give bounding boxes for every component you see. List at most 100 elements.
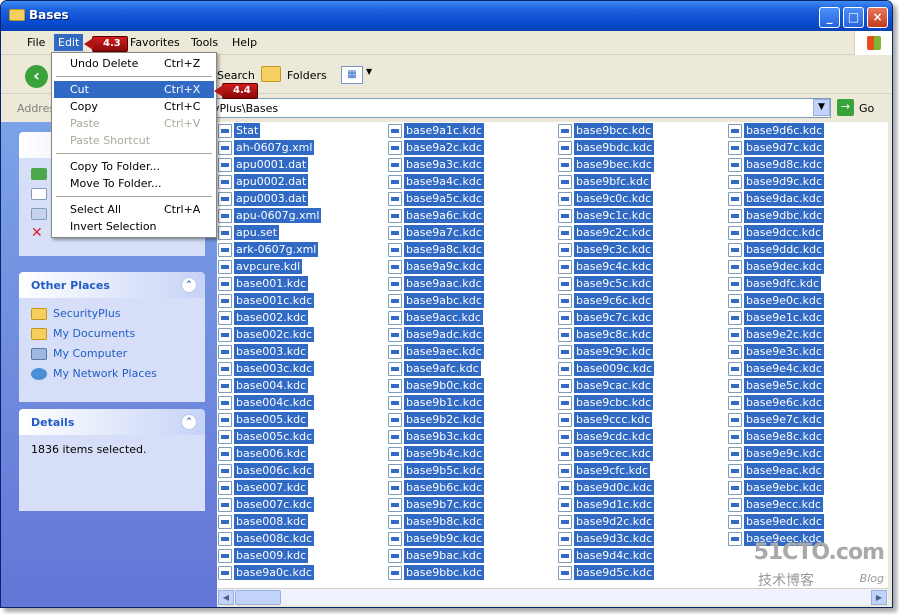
file-item[interactable]: base9b9c.kdc <box>388 531 485 546</box>
file-item[interactable]: base005.kdc <box>218 412 309 427</box>
file-item[interactable]: base9e2c.kdc <box>728 327 824 342</box>
file-item[interactable]: base005c.kdc <box>218 429 315 444</box>
other-places-header[interactable]: Other Places ⌃ <box>19 272 205 298</box>
file-item[interactable]: base9a8c.kdc <box>388 242 484 257</box>
file-item[interactable]: apu0002.dat <box>218 174 309 189</box>
file-item[interactable]: base9bec.kdc <box>558 157 654 172</box>
go-button[interactable]: Go <box>859 102 874 115</box>
file-item[interactable]: base9a2c.kdc <box>388 140 484 155</box>
scroll-left-icon[interactable]: ◀ <box>218 590 234 605</box>
file-item[interactable]: base009c.kdc <box>558 361 655 376</box>
link-my-documents[interactable]: My Documents <box>31 326 193 346</box>
file-item[interactable]: base9a1c.kdc <box>388 123 484 138</box>
menu-cut[interactable]: Cut Ctrl+X <box>54 81 214 98</box>
file-item[interactable]: base9d9c.kdc <box>728 174 825 189</box>
file-item[interactable]: base9c6c.kdc <box>558 293 654 308</box>
file-item[interactable]: base9a9c.kdc <box>388 259 484 274</box>
file-item[interactable]: base9a6c.kdc <box>388 208 484 223</box>
file-item[interactable]: ark-0607g.xml <box>218 242 319 257</box>
file-item[interactable]: base9b4c.kdc <box>388 446 485 461</box>
file-item[interactable]: base008.kdc <box>218 514 309 529</box>
menu-undo-delete[interactable]: Undo Delete Ctrl+Z <box>54 55 214 72</box>
menu-copy-to-folder[interactable]: Copy To Folder... <box>54 158 214 175</box>
file-item[interactable]: base9b6c.kdc <box>388 480 485 495</box>
file-item[interactable]: base9d8c.kdc <box>728 157 825 172</box>
file-item[interactable]: base9cec.kdc <box>558 446 653 461</box>
file-item[interactable]: base9dac.kdc <box>728 191 824 206</box>
file-item[interactable]: base9c7c.kdc <box>558 310 654 325</box>
details-header[interactable]: Details ⌃ <box>19 409 205 435</box>
file-item[interactable]: avpcure.kdl <box>218 259 303 274</box>
file-item[interactable]: base9ebc.kdc <box>728 480 824 495</box>
file-item[interactable]: base9d5c.kdc <box>558 565 655 580</box>
menu-help[interactable]: Help <box>228 36 261 49</box>
file-item[interactable]: base9a4c.kdc <box>388 174 484 189</box>
collapse-chevron-icon[interactable]: ⌃ <box>181 277 197 293</box>
file-item[interactable]: base006.kdc <box>218 446 309 461</box>
file-item[interactable]: base9eac.kdc <box>728 463 824 478</box>
file-item[interactable]: base9c3c.kdc <box>558 242 654 257</box>
file-item[interactable]: base006c.kdc <box>218 463 315 478</box>
file-item[interactable]: base9e5c.kdc <box>728 378 824 393</box>
file-item[interactable]: base9e8c.kdc <box>728 429 824 444</box>
file-item[interactable]: base9c2c.kdc <box>558 225 654 240</box>
file-item[interactable]: base9a3c.kdc <box>388 157 484 172</box>
file-item[interactable]: base9a0c.kdc <box>218 565 314 580</box>
folders-button[interactable]: Folders <box>287 69 327 82</box>
link-my-computer[interactable]: My Computer <box>31 346 193 366</box>
file-item[interactable]: base9acc.kdc <box>388 310 483 325</box>
file-item[interactable]: base9c5c.kdc <box>558 276 654 291</box>
file-item[interactable]: base002.kdc <box>218 310 309 325</box>
file-item[interactable]: base9e0c.kdc <box>728 293 824 308</box>
link-securityplus[interactable]: SecurityPlus <box>31 306 193 326</box>
file-item[interactable]: apu-0607g.xml <box>218 208 322 223</box>
file-item[interactable]: base9d4c.kdc <box>558 548 655 563</box>
file-item[interactable]: base9b2c.kdc <box>388 412 485 427</box>
file-item[interactable]: base9bac.kdc <box>388 548 484 563</box>
file-item[interactable]: base9b3c.kdc <box>388 429 485 444</box>
file-item[interactable]: base009.kdc <box>218 548 309 563</box>
file-item[interactable]: base9e9c.kdc <box>728 446 824 461</box>
file-item[interactable]: base9bcc.kdc <box>558 123 654 138</box>
file-item[interactable]: base9edc.kdc <box>728 514 824 529</box>
file-item[interactable]: base9d1c.kdc <box>558 497 655 512</box>
menu-edit[interactable]: Edit <box>54 34 84 51</box>
file-item[interactable]: base9c4c.kdc <box>558 259 654 274</box>
file-item[interactable]: base9ecc.kdc <box>728 497 823 512</box>
file-item[interactable]: base9dec.kdc <box>728 259 824 274</box>
scroll-thumb[interactable] <box>235 590 281 605</box>
title-bar[interactable]: Bases _ □ × <box>1 1 892 31</box>
collapse-chevron-icon[interactable]: ⌃ <box>181 414 197 430</box>
file-item[interactable]: base9ddc.kdc <box>728 242 825 257</box>
folders-icon[interactable] <box>261 66 281 82</box>
menu-file[interactable]: File <box>23 36 49 49</box>
file-item[interactable]: base9d2c.kdc <box>558 514 655 529</box>
file-item[interactable]: base9b1c.kdc <box>388 395 485 410</box>
file-item[interactable]: base007.kdc <box>218 480 309 495</box>
file-item[interactable]: base9cfc.kdc <box>558 463 651 478</box>
file-item[interactable]: base9c9c.kdc <box>558 344 654 359</box>
file-item[interactable]: base9dbc.kdc <box>728 208 825 223</box>
file-item[interactable]: base9cdc.kdc <box>558 429 654 444</box>
file-item[interactable]: base9d3c.kdc <box>558 531 655 546</box>
file-item[interactable]: base002c.kdc <box>218 327 315 342</box>
file-item[interactable]: base9e6c.kdc <box>728 395 824 410</box>
search-button[interactable]: Search <box>217 69 255 82</box>
file-item[interactable]: base9c1c.kdc <box>558 208 654 223</box>
close-button[interactable]: × <box>867 7 888 28</box>
file-item[interactable]: base9aec.kdc <box>388 344 484 359</box>
file-item[interactable]: base9bbc.kdc <box>388 565 485 580</box>
file-item[interactable]: base9c8c.kdc <box>558 327 654 342</box>
menu-favorites[interactable]: Favorites <box>126 36 184 49</box>
file-item[interactable]: base004.kdc <box>218 378 309 393</box>
file-item[interactable]: base9aac.kdc <box>388 276 484 291</box>
back-arrow-icon[interactable]: ‹ <box>25 65 48 88</box>
file-item[interactable]: base9e1c.kdc <box>728 310 824 325</box>
file-item[interactable]: base9adc.kdc <box>388 327 484 342</box>
file-item[interactable]: base003c.kdc <box>218 361 315 376</box>
file-item[interactable]: ah-0607g.xml <box>218 140 315 155</box>
file-item[interactable]: base9abc.kdc <box>388 293 484 308</box>
file-item[interactable]: base9c0c.kdc <box>558 191 654 206</box>
file-item[interactable]: base9e3c.kdc <box>728 344 824 359</box>
file-item[interactable]: base007c.kdc <box>218 497 315 512</box>
